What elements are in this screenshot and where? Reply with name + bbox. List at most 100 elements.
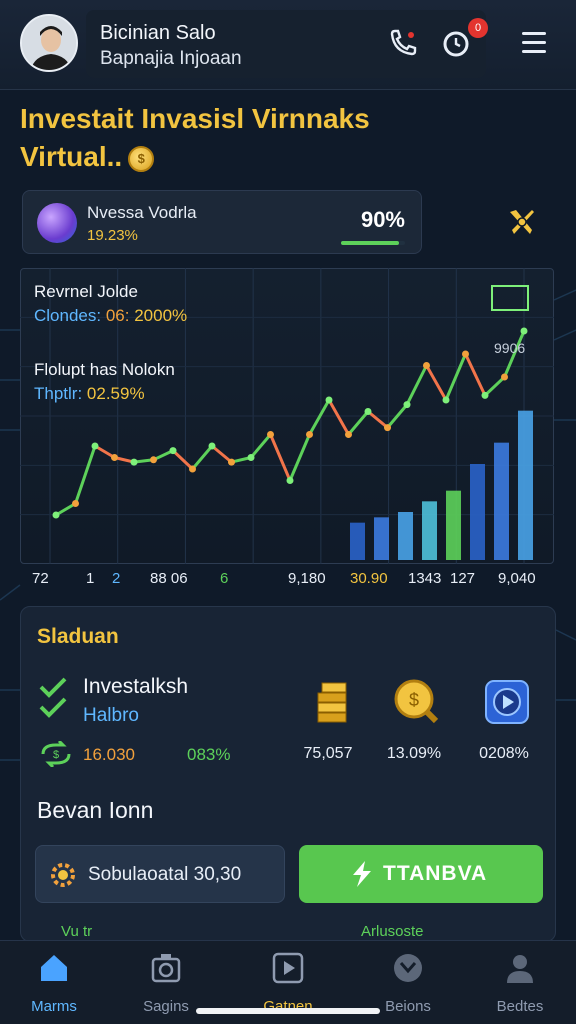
investment-progress-card[interactable]: Nvessa Vodrla 19.23% 90%	[22, 190, 422, 254]
investment-amount: 16.030	[83, 745, 135, 764]
nav-label-home: Marms	[31, 998, 77, 1015]
nav-item-profile[interactable]: Bedtes	[470, 951, 570, 1015]
chart-point	[364, 408, 372, 415]
menu-icon[interactable]	[522, 32, 546, 54]
progress-bar-fill	[341, 241, 399, 245]
chart-label-row2: Clondes: 06: 2000%	[34, 306, 187, 326]
chart-point	[189, 465, 196, 473]
chart-bar	[398, 512, 413, 560]
x-tick-label: 9,040	[498, 570, 536, 587]
x-tick-label: 30.90	[350, 570, 388, 587]
chart-point	[442, 396, 450, 404]
tools-icon[interactable]	[504, 204, 540, 240]
chart-label-row4-val: 02.59%	[86, 384, 145, 403]
summary-title: Sladuan	[37, 625, 119, 648]
chart-point	[111, 454, 118, 461]
nav-item-rewards[interactable]: Beions	[358, 951, 458, 1015]
gold-bars-icon	[317, 682, 347, 723]
chart-point	[228, 458, 235, 466]
chart-point	[130, 458, 138, 466]
bolt-icon	[353, 861, 371, 887]
chart-point	[267, 431, 274, 438]
chart-label-row4-key: Thptlr:	[34, 384, 83, 403]
stat-value: 90%	[360, 207, 405, 232]
nav-item-games[interactable]: Gatnen	[238, 951, 338, 1015]
money-exchange-icon: $	[41, 741, 71, 767]
chart-point	[91, 442, 99, 450]
coin-search-icon: $	[394, 679, 439, 724]
chart-bar	[350, 522, 365, 560]
x-tick-label: 6	[220, 570, 229, 587]
chart-bar	[422, 501, 437, 560]
investment-subtitle: Halbro	[83, 705, 139, 726]
x-tick-label: 127	[450, 570, 476, 587]
avatar[interactable]	[20, 14, 78, 72]
asset-coin-search[interactable]: $	[377, 677, 457, 732]
page-title-line1: Investait Invasisl Virnnaks	[20, 103, 370, 134]
chart-bar	[518, 410, 533, 560]
nav-item-home[interactable]: Marms	[4, 951, 104, 1015]
summary-panel: Sladuan Investalksh Halbro $ 16.030 083%…	[20, 606, 556, 942]
chart-bar	[446, 490, 461, 560]
notification-badge: 0	[468, 18, 488, 38]
chart-line-segment	[171, 449, 194, 471]
primary-action-button[interactable]: TTANBVA	[299, 845, 543, 903]
chart-line-segment	[74, 444, 97, 505]
chart-point	[286, 477, 294, 484]
chart-bar	[494, 442, 509, 560]
page-title-line2-text: Virtual..	[20, 141, 123, 172]
chart-point	[52, 511, 60, 519]
asset-gold-value: 75,057	[303, 745, 353, 762]
peek-item-right: Arlusoste	[361, 923, 424, 940]
chart-label-row2-val2: 2000%	[134, 306, 188, 325]
stat-change: 19.23%	[87, 227, 138, 244]
chart-point	[403, 401, 411, 409]
chart-bar	[470, 464, 485, 560]
chart-line-segment	[210, 444, 233, 464]
chart-label-row4: Thptlr: 02.59%	[34, 384, 145, 404]
svg-text:$: $	[53, 749, 59, 761]
play-icon	[272, 952, 304, 984]
peek-item-left: Vu tr	[61, 923, 93, 940]
chart-line-segment	[327, 398, 350, 436]
x-tick-label: 1	[86, 570, 95, 587]
secondary-action-label: Sobulaoatal 30,30	[88, 864, 242, 885]
asset-media[interactable]	[467, 677, 547, 732]
chart-line-segment	[249, 433, 272, 459]
chart-point	[72, 500, 79, 507]
media-play-icon	[485, 680, 529, 724]
nav-item-camera[interactable]: Sagins	[116, 951, 216, 1015]
asset-gold[interactable]	[291, 677, 371, 732]
camera-icon	[151, 954, 181, 983]
investment-title: Investalksh	[83, 675, 189, 698]
primary-action-label: TTANBVA	[383, 862, 488, 885]
section-title: Bevan Ionn	[37, 797, 154, 823]
chart-point	[247, 454, 255, 461]
chart-point	[384, 424, 391, 432]
chart-point	[208, 442, 216, 450]
double-check-icon	[39, 677, 67, 718]
chart-line-segment	[444, 352, 467, 402]
user-name: Bicinian Salo	[100, 22, 216, 44]
investment-percent: 083%	[187, 745, 231, 764]
stat-label: Nvessa Vodrla	[87, 203, 197, 222]
chart-line-segment	[269, 433, 292, 482]
chart-line-segment	[288, 433, 311, 482]
gear-icon	[51, 863, 75, 887]
chart-point	[462, 350, 469, 358]
x-tick-label: 1343	[408, 570, 442, 587]
chart-label-row2-val1: 06:	[105, 306, 130, 325]
app-header: Bicinian Salo Bapnajia Injoaan 0	[0, 0, 576, 90]
chart-point	[520, 327, 528, 335]
chart-point	[169, 447, 177, 455]
progress-bar	[341, 241, 405, 245]
chart-label-row2-key: Clondes:	[34, 306, 102, 325]
secondary-action-button[interactable]: Sobulaoatal 30,30	[35, 845, 285, 903]
svg-text:$: $	[409, 690, 419, 710]
chart-point	[481, 391, 489, 399]
chart-line-segment	[483, 375, 506, 397]
phone-icon[interactable]	[386, 26, 420, 60]
home-icon	[41, 955, 67, 981]
user-icon	[507, 955, 533, 983]
user-subtitle: Bapnajia Injoaan	[100, 48, 242, 69]
